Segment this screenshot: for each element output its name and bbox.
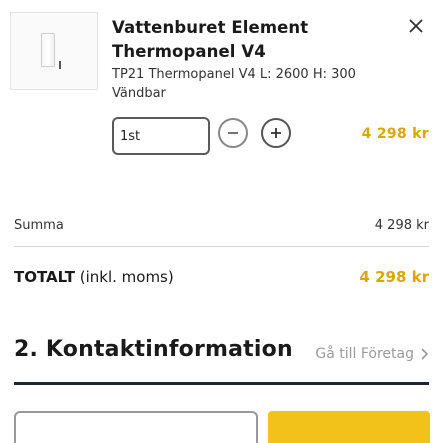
section-rule (14, 382, 429, 385)
company-link[interactable]: Gå till Företag (315, 346, 429, 362)
item-price: 4 298 kr (361, 126, 429, 142)
increase-quantity-button[interactable] (261, 118, 291, 148)
close-icon (409, 19, 423, 33)
company-link-label: Gå till Företag (315, 346, 414, 362)
product-description: TP21 Thermopanel V4 L: 2600 H: 300 Vändb… (112, 65, 412, 103)
product-title: Vattenburet Element Thermopanel V4 (112, 18, 309, 61)
radiator-icon (39, 33, 69, 69)
total-label-suffix: (inkl. moms) (74, 268, 174, 286)
chevron-right-icon (421, 348, 429, 360)
plus-icon (271, 128, 281, 138)
subtotal-row: Summa 4 298 kr (14, 218, 429, 233)
total-row: TOTALT (inkl. moms) 4 298 kr (14, 268, 429, 286)
subtotal-value: 4 298 kr (374, 218, 429, 233)
minus-icon (228, 132, 238, 134)
remove-item-button[interactable] (402, 12, 430, 40)
primary-action-button[interactable] (268, 411, 430, 443)
subtotal-label: Summa (14, 218, 64, 233)
total-label: TOTALT (inkl. moms) (14, 268, 174, 286)
quantity-field[interactable]: 1st (112, 117, 210, 155)
product-variant: Vändbar (112, 86, 166, 101)
decrease-quantity-button[interactable] (218, 118, 248, 148)
total-label-strong: TOTALT (14, 268, 75, 286)
product-spec: TP21 Thermopanel V4 L: 2600 H: 300 (112, 67, 356, 82)
quantity-value: 1st (120, 128, 141, 144)
product-image (10, 12, 98, 90)
contact-input[interactable] (14, 411, 258, 443)
total-value: 4 298 kr (359, 268, 429, 286)
section-title: 2. Kontaktinformation (14, 337, 293, 362)
divider (14, 246, 429, 247)
